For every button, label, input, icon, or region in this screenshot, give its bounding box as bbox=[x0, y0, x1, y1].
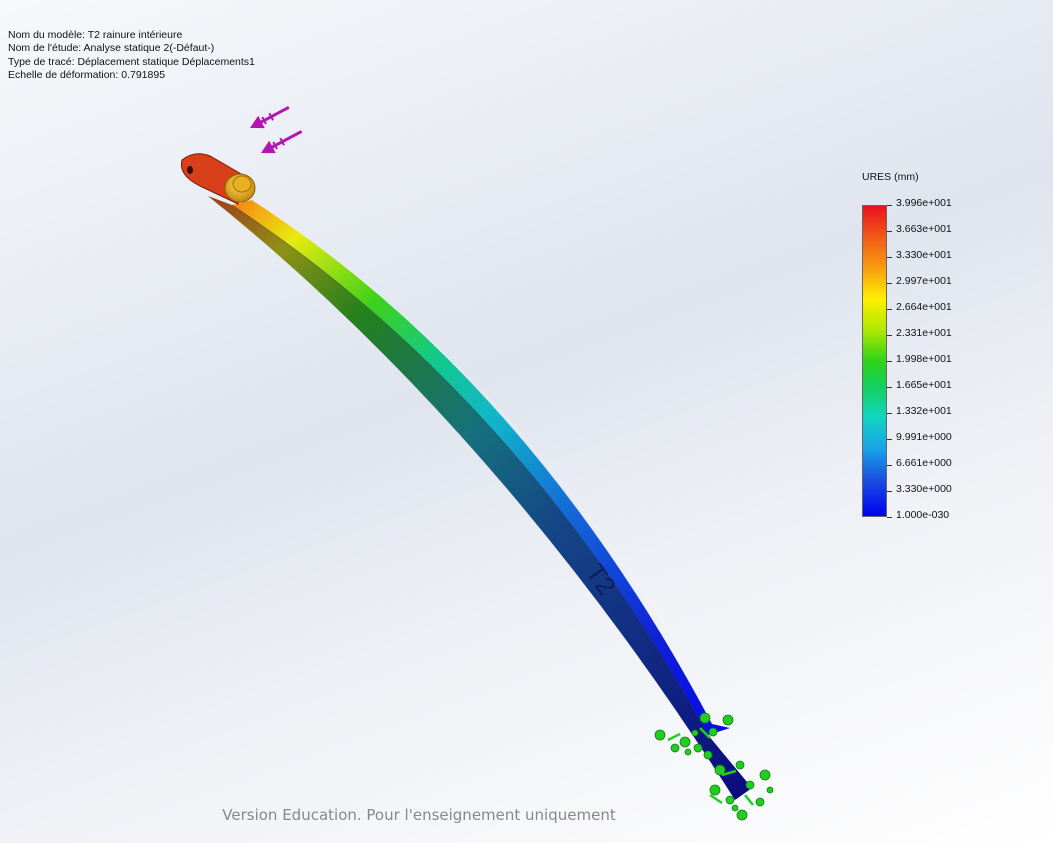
legend-tick bbox=[887, 257, 892, 258]
legend-value-label: 1.665e+001 bbox=[896, 379, 952, 391]
legend-tick bbox=[887, 231, 892, 232]
legend-value-label: 2.997e+001 bbox=[896, 275, 952, 287]
legend-color-bar bbox=[862, 205, 887, 517]
legend-tick bbox=[887, 283, 892, 284]
legend-value-label: 3.330e+001 bbox=[896, 249, 952, 261]
legend-value-label: 3.996e+001 bbox=[896, 197, 952, 209]
legend-tick bbox=[887, 413, 892, 414]
legend-value-label: 3.330e+000 bbox=[896, 483, 952, 495]
model-viewport[interactable]: T2 bbox=[0, 0, 1053, 843]
legend-value-label: 2.664e+001 bbox=[896, 301, 952, 313]
legend-value-label: 2.331e+001 bbox=[896, 327, 952, 339]
legend-value-label: 1.998e+001 bbox=[896, 353, 952, 365]
legend-tick bbox=[887, 361, 892, 362]
watermark-text: Version Education. Pour l'enseignement u… bbox=[222, 806, 616, 824]
legend-value-label: 1.332e+001 bbox=[896, 405, 952, 417]
legend-tick bbox=[887, 465, 892, 466]
end-fitting[interactable] bbox=[180, 153, 256, 205]
legend-value-label: 1.000e-030 bbox=[896, 509, 950, 521]
legend-tick bbox=[887, 309, 892, 310]
legend-tick bbox=[887, 387, 892, 388]
legend-value-label: 6.661e+000 bbox=[896, 457, 952, 469]
legend-value-label: 3.663e+001 bbox=[896, 223, 952, 235]
deformed-beam[interactable] bbox=[208, 196, 752, 800]
legend-tick bbox=[887, 439, 892, 440]
force-arrow-icon[interactable] bbox=[247, 101, 305, 159]
legend-title: URES (mm) bbox=[862, 171, 919, 183]
legend-tick bbox=[887, 205, 892, 206]
legend-tick bbox=[887, 517, 892, 518]
legend-tick bbox=[887, 335, 892, 336]
legend-value-label: 9.991e+000 bbox=[896, 431, 952, 443]
legend-tick bbox=[887, 491, 892, 492]
